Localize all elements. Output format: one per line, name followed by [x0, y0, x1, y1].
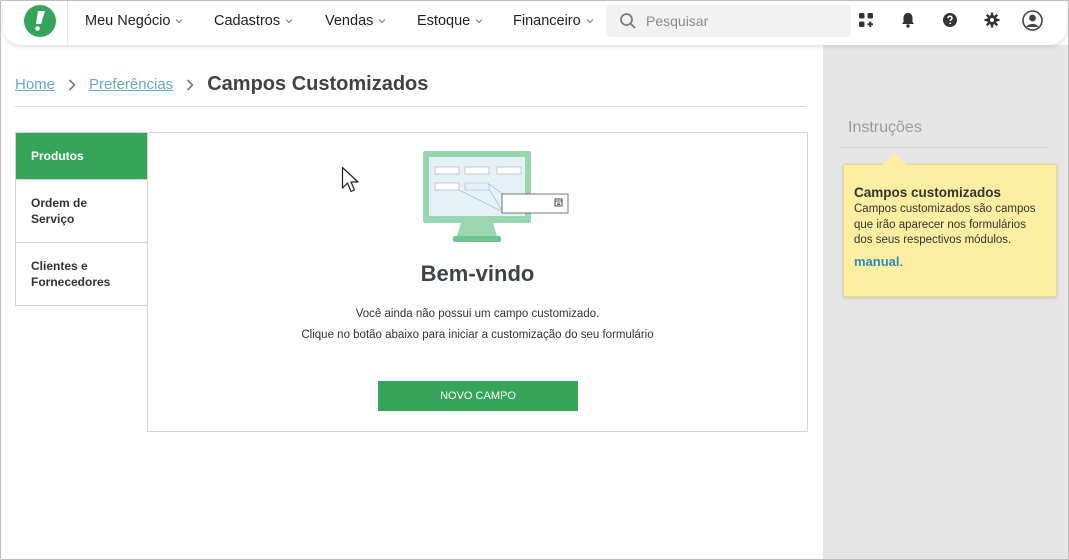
note-link-suffix: .: [899, 253, 904, 269]
note-title: Campos customizados: [854, 185, 1002, 200]
search-input[interactable]: [646, 10, 841, 32]
nav-cadastros[interactable]: Cadastros: [214, 13, 294, 29]
breadcrumb-home-link[interactable]: Home: [15, 76, 55, 93]
nav-financeiro[interactable]: Financeiro: [513, 13, 595, 29]
empty-message-line2: Clique no botão abaixo para iniciar a cu…: [301, 329, 654, 341]
chevron-down-icon: [475, 19, 483, 24]
chevron-down-icon: [285, 19, 293, 24]
manual-link[interactable]: manual: [854, 254, 900, 269]
nav-vendas[interactable]: Vendas: [325, 13, 387, 29]
logo-separator: [67, 1, 68, 45]
nav-label: Estoque: [417, 13, 471, 29]
nav-estoque[interactable]: Estoque: [417, 13, 484, 29]
chevron-down-icon: [378, 19, 386, 24]
bell-icon[interactable]: [899, 11, 917, 29]
chevron-down-icon: [586, 19, 594, 24]
tab-label: Produtos: [31, 149, 84, 163]
gear-icon[interactable]: [983, 11, 1001, 29]
custom-fields-card: Bem-vindo Você ainda não possui um campo…: [147, 132, 808, 432]
nav-label: Financeiro: [513, 13, 581, 29]
tab-label: Ordem de Serviço: [31, 196, 88, 226]
monitor-form-illustration: [423, 151, 569, 242]
user-avatar-icon[interactable]: [1022, 10, 1043, 31]
tab-produtos[interactable]: Produtos: [16, 133, 148, 180]
chevron-down-icon: [176, 19, 183, 24]
chevron-right-icon: [187, 78, 194, 91]
search-icon: [620, 13, 636, 29]
mouse-cursor-icon: [341, 166, 359, 193]
note-pointer: [882, 153, 906, 165]
nav-meu-negocio[interactable]: Meu Negócio: [85, 13, 184, 29]
tab-clientes-e-fornecedores[interactable]: Clientes e Fornecedores: [16, 243, 148, 305]
search-box: [606, 5, 851, 37]
instructions-panel: Instruções Campos customizados Campos cu…: [823, 45, 1068, 559]
app-frame: Meu Negócio Cadastros Vendas Estoque Fin…: [0, 0, 1069, 560]
help-icon[interactable]: [941, 11, 959, 29]
page-title: Campos Customizados: [207, 73, 429, 95]
instructions-divider: [839, 147, 1048, 148]
tab-ordem-de-servico[interactable]: Ordem de Serviço: [16, 180, 148, 243]
module-tabs: Produtos Ordem de Serviço Clientes e For…: [15, 132, 148, 306]
breadcrumb-preferencias-link[interactable]: Preferências: [89, 76, 173, 93]
logo-icon[interactable]: [24, 5, 56, 37]
top-navbar: Meu Negócio Cadastros Vendas Estoque Fin…: [3, 1, 1067, 45]
welcome-heading: Bem-vindo: [420, 261, 535, 286]
apps-icon[interactable]: [857, 11, 875, 29]
instructions-note: Campos customizados Campos customizados …: [843, 153, 1057, 297]
note-text: Campos customizados são campos que irão …: [854, 203, 1036, 246]
chevron-right-icon: [68, 78, 76, 91]
empty-message-line1: Você ainda não possui um campo customiza…: [355, 308, 600, 320]
instructions-title: Instruções: [848, 119, 922, 136]
new-field-button[interactable]: NOVO CAMPO: [378, 381, 578, 411]
tab-label: Clientes e Fornecedores: [31, 259, 111, 289]
breadcrumb: Home Preferências Campos Customizados: [15, 73, 428, 96]
breadcrumb-divider: [15, 106, 806, 107]
nav-label: Vendas: [325, 13, 374, 29]
nav-label: Cadastros: [214, 13, 281, 29]
nav-label: Meu Negócio: [85, 13, 171, 29]
